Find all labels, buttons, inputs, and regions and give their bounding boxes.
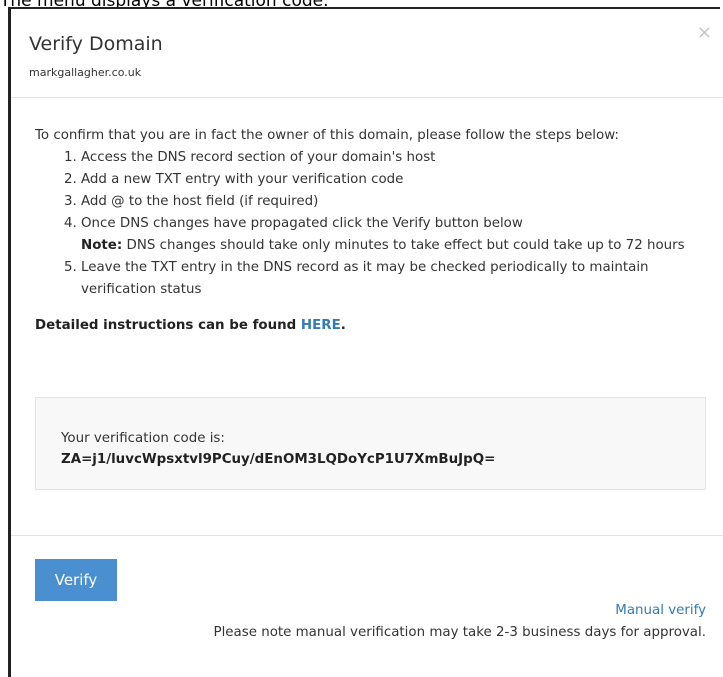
detailed-instructions: Detailed instructions can be found HERE.	[35, 315, 711, 337]
verification-code-box: Your verification code is: ZA=j1/luvcWps…	[35, 397, 706, 490]
modal-header: Verify Domain markgallagher.co.uk ×	[11, 9, 723, 98]
note-text: DNS changes should take only minutes to …	[122, 238, 685, 253]
footer-divider	[11, 535, 723, 536]
instructions: To confirm that you are in fact the owne…	[35, 125, 711, 337]
detail-prefix: Detailed instructions can be found	[35, 318, 301, 333]
domain-name: markgallagher.co.uk	[29, 66, 142, 79]
manual-verify-link[interactable]: Manual verify	[615, 603, 706, 618]
here-link[interactable]: HERE	[301, 318, 341, 333]
modal-title: Verify Domain	[29, 33, 163, 55]
verification-code: ZA=j1/luvcWpsxtvl9PCuy/dEnOM3LQDoYcP1U7X…	[61, 452, 496, 467]
verify-button[interactable]: Verify	[35, 559, 117, 601]
step-item: Leave the TXT entry in the DNS record as…	[81, 257, 711, 301]
verification-code-label: Your verification code is:	[61, 431, 225, 446]
manual-verification-note: Please note manual verification may take…	[213, 625, 707, 640]
close-icon[interactable]: ×	[697, 24, 712, 42]
step-item: Add a new TXT entry with your verificati…	[81, 169, 711, 191]
verify-domain-modal: Verify Domain markgallagher.co.uk × To c…	[8, 7, 723, 677]
note-label: Note:	[81, 238, 123, 253]
instructions-intro: To confirm that you are in fact the owne…	[35, 128, 619, 143]
steps-list: Access the DNS record section of your do…	[35, 147, 711, 301]
step-item: Access the DNS record section of your do…	[81, 147, 711, 169]
step-item: Once DNS changes have propagated click t…	[81, 213, 711, 257]
step-text: Once DNS changes have propagated click t…	[81, 216, 523, 231]
detail-suffix: .	[340, 318, 346, 333]
step-item: Add @ to the host field (if required)	[81, 191, 711, 213]
